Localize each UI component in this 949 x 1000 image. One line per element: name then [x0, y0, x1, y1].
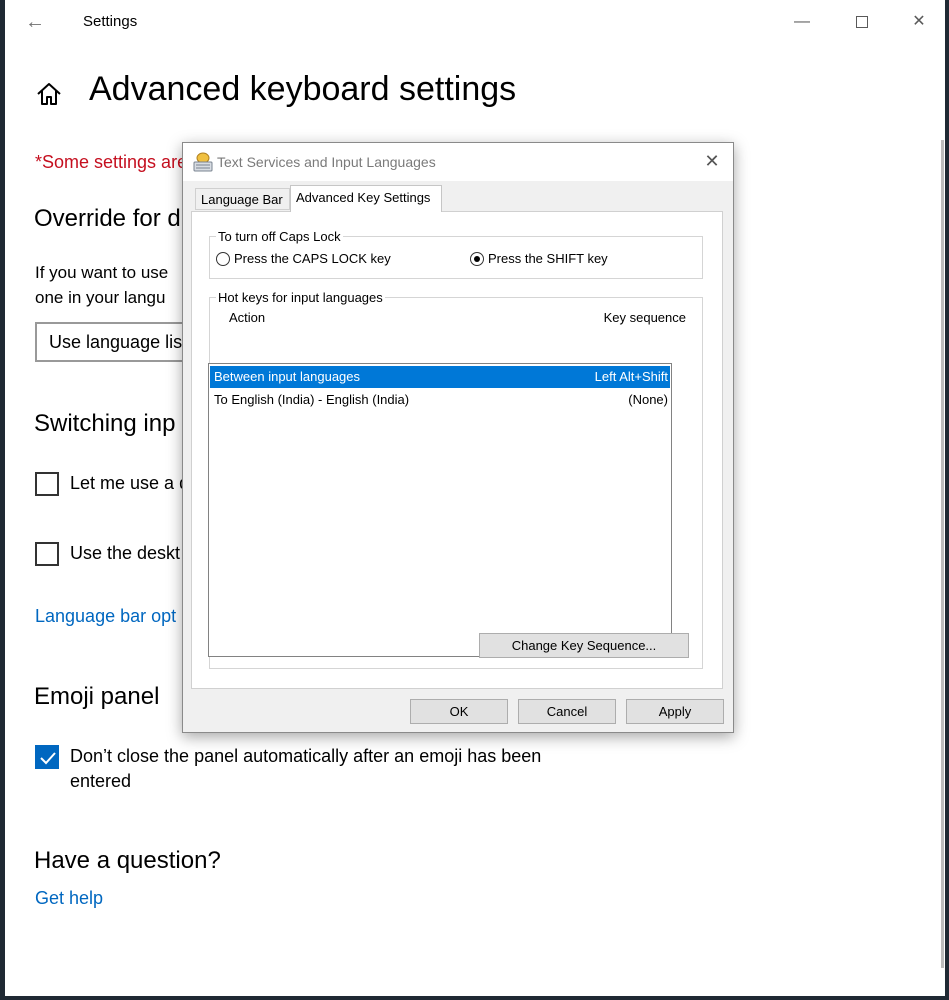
scrollbar[interactable]: [941, 140, 944, 968]
list-item-key: (None): [628, 392, 668, 407]
home-icon[interactable]: [35, 80, 63, 108]
tab-advanced-key-settings[interactable]: Advanced Key Settings: [290, 185, 442, 212]
dialog-close-icon[interactable]: ✕: [701, 150, 723, 172]
override-heading: Override for d: [34, 205, 181, 232]
emoji-panel-checkbox[interactable]: [35, 745, 59, 769]
settings-note: *Some settings are: [35, 152, 188, 172]
tab-language-bar[interactable]: Language Bar: [195, 188, 290, 210]
dialog-title-bar: Text Services and Input Languages ✕: [183, 143, 733, 181]
per-app-input-checkbox[interactable]: [35, 472, 59, 496]
per-app-input-label: Let me use a d: [70, 473, 190, 493]
hotkeys-group-label: Hot keys for input languages: [216, 290, 385, 305]
emoji-heading: Emoji panel: [34, 683, 160, 710]
emoji-panel-label-line-1: Don’t close the panel automatically afte…: [70, 746, 542, 766]
page-title: Advanced keyboard settings: [89, 70, 517, 108]
desktop-language-bar-label: Use the deskt: [70, 543, 181, 563]
caps-lock-group-label: To turn off Caps Lock: [216, 229, 343, 244]
app-title: Settings: [83, 13, 138, 30]
back-arrow-icon[interactable]: ←: [23, 10, 47, 34]
cancel-button[interactable]: Cancel: [518, 699, 616, 724]
radio-caps-lock-label: Press the CAPS LOCK key: [234, 251, 391, 266]
question-heading: Have a question?: [34, 847, 221, 874]
radio-shift-label: Press the SHIFT key: [488, 251, 608, 266]
override-text-line-1: If you want to use: [35, 263, 169, 282]
radio-shift[interactable]: [470, 252, 484, 266]
get-help-link[interactable]: Get help: [35, 888, 103, 909]
desktop-language-bar-checkbox[interactable]: [35, 542, 59, 566]
keyboard-icon: [193, 152, 213, 172]
list-item[interactable]: To English (India) - English (India) (No…: [210, 389, 670, 411]
maximize-icon[interactable]: [849, 10, 875, 34]
apply-button[interactable]: Apply: [626, 699, 724, 724]
emoji-panel-label-line-2: entered: [70, 771, 132, 791]
caps-lock-group: To turn off Caps Lock Press the CAPS LOC…: [209, 229, 703, 279]
override-text-line-2: one in your langu: [35, 288, 166, 307]
list-item-action: To English (India) - English (India): [214, 392, 410, 407]
dialog-title: Text Services and Input Languages: [217, 154, 436, 170]
list-item-action: Between input languages: [214, 369, 361, 384]
hotkeys-list[interactable]: Between input languages Left Alt+Shift T…: [208, 363, 672, 657]
column-action: Action: [229, 310, 266, 325]
column-key-sequence: Key sequence: [603, 310, 686, 325]
list-item[interactable]: Between input languages Left Alt+Shift: [210, 366, 670, 388]
taskbar-edge: [0, 996, 949, 1000]
checkmark-icon: [40, 752, 56, 765]
minimize-icon[interactable]: —: [789, 10, 815, 34]
backdrop-right-edge: [945, 0, 949, 1000]
title-bar: ← Settings — ✕: [5, 0, 945, 44]
switching-heading: Switching inp: [34, 410, 176, 437]
change-key-sequence-button[interactable]: Change Key Sequence...: [479, 633, 689, 658]
ok-button[interactable]: OK: [410, 699, 508, 724]
list-item-key: Left Alt+Shift: [594, 369, 668, 384]
language-bar-options-link[interactable]: Language bar opt: [35, 606, 176, 627]
text-services-dialog: Text Services and Input Languages ✕ Lang…: [182, 142, 734, 733]
close-icon[interactable]: ✕: [906, 10, 932, 34]
tab-panel: To turn off Caps Lock Press the CAPS LOC…: [191, 211, 723, 689]
radio-caps-lock[interactable]: [216, 252, 230, 266]
